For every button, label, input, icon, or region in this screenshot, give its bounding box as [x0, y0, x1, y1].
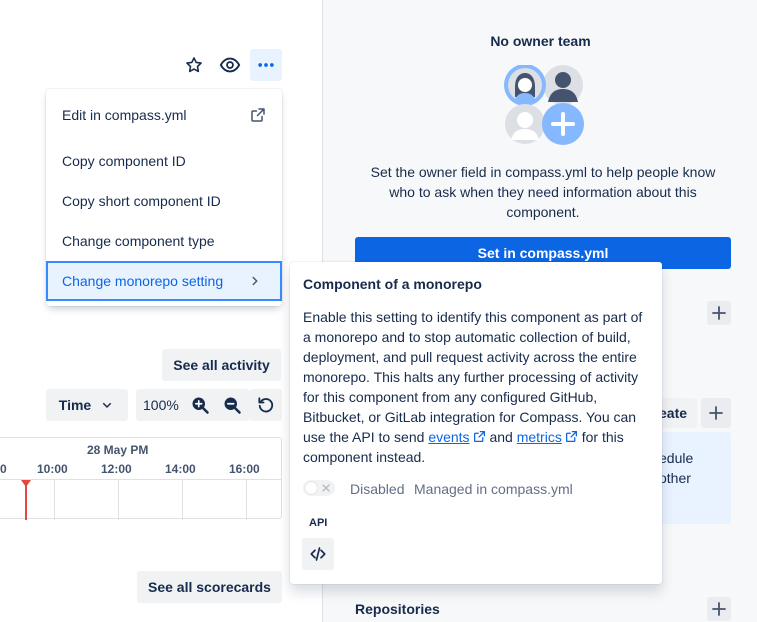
info-text: other: [659, 470, 691, 486]
timeline-row: [0, 479, 281, 520]
current-time-marker-head: [21, 480, 31, 487]
date-label: 28 May PM: [87, 443, 149, 457]
owner-description: Set the owner field in compass.yml to he…: [370, 164, 716, 220]
code-icon: [310, 547, 326, 561]
popup-body: Enable this setting to identify this com…: [303, 309, 643, 465]
add-button[interactable]: [701, 398, 731, 428]
menu-item-change-component-type[interactable]: Change component type: [46, 221, 282, 261]
grid-line: [118, 480, 119, 520]
more-actions-button[interactable]: [250, 49, 282, 81]
events-link[interactable]: events: [428, 429, 485, 445]
plus-icon: [709, 406, 723, 420]
toggle-state-label: Disabled: [350, 481, 405, 497]
toggle-knob: [305, 482, 317, 494]
chevron-down-icon: [103, 402, 112, 408]
monorepo-toggle[interactable]: [303, 480, 335, 496]
metrics-link[interactable]: metrics: [517, 429, 578, 445]
zoom-in-icon: [192, 397, 209, 414]
plus-icon: [712, 602, 726, 616]
external-link-icon: [251, 108, 265, 122]
watch-button[interactable]: [214, 49, 246, 81]
owner-avatars-illustration: [503, 64, 585, 145]
grid-line: [246, 480, 247, 520]
more-horizontal-icon: [258, 63, 274, 67]
eye-icon: [219, 57, 241, 73]
more-actions-menu: Edit in compass.yml Copy component ID Co…: [46, 89, 282, 306]
owner-title: No owner team: [490, 33, 591, 49]
zoom-controls: 100%: [136, 389, 250, 421]
grid-line: [54, 480, 55, 520]
zoom-out-icon: [224, 397, 241, 414]
zoom-in-button[interactable]: [184, 389, 216, 421]
avatar-group-icon: [504, 64, 584, 145]
external-link-icon: [565, 430, 577, 443]
star-button[interactable]: [178, 49, 210, 81]
external-link-icon: [473, 430, 485, 443]
grid-line: [182, 480, 183, 520]
menu-item-edit-in-compass[interactable]: Edit in compass.yml: [46, 95, 282, 135]
reset-zoom-button[interactable]: [250, 389, 282, 421]
monorepo-popup: Component of a monorepo Enable this sett…: [290, 262, 662, 584]
activity-timeline: 28 May PM 0 10:00 12:00 14:00 16:00: [0, 437, 282, 520]
zoom-level: 100%: [143, 397, 179, 413]
zoom-out-button[interactable]: [216, 389, 248, 421]
tick-label: 10:00: [37, 462, 68, 476]
chevron-right-icon: [252, 276, 258, 286]
api-button[interactable]: [302, 538, 334, 570]
info-text: edule: [659, 450, 694, 466]
api-label: API: [309, 517, 328, 529]
refresh-icon: [258, 397, 274, 413]
see-all-scorecards-button[interactable]: See all scorecards: [137, 571, 282, 603]
popup-title: Component of a monorepo: [303, 276, 482, 292]
tick-label: 0: [0, 462, 7, 476]
repositories-title: Repositories: [355, 601, 440, 617]
star-icon: [186, 57, 202, 73]
add-repository-button[interactable]: [707, 597, 731, 621]
menu-item-copy-component-id[interactable]: Copy component ID: [46, 141, 282, 181]
tick-label: 16:00: [229, 462, 260, 476]
managed-label: Managed in compass.yml: [414, 481, 573, 497]
tick-label: 14:00: [165, 462, 196, 476]
add-button[interactable]: [707, 301, 731, 325]
see-all-activity-button[interactable]: See all activity: [162, 349, 281, 381]
time-select[interactable]: Time: [46, 389, 128, 421]
close-icon: [322, 484, 330, 492]
menu-item-copy-short-component-id[interactable]: Copy short component ID: [46, 181, 282, 221]
tick-label: 12:00: [101, 462, 132, 476]
menu-item-change-monorepo-setting[interactable]: Change monorepo setting: [46, 261, 282, 301]
plus-icon: [712, 306, 726, 320]
